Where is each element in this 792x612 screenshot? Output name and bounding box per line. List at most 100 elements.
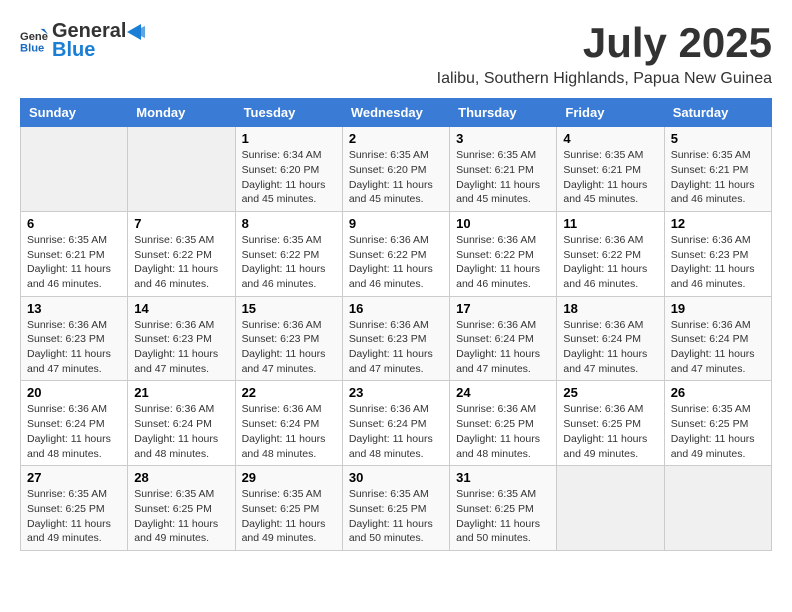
day-info: Sunrise: 6:36 AM Sunset: 6:24 PM Dayligh… <box>242 402 336 461</box>
day-number: 1 <box>242 131 336 146</box>
calendar-cell: 25Sunrise: 6:36 AM Sunset: 6:25 PM Dayli… <box>557 381 664 466</box>
day-number: 13 <box>27 301 121 316</box>
page-header: General Blue General Blue July 2025 Iali… <box>20 20 772 88</box>
day-number: 6 <box>27 216 121 231</box>
day-number: 30 <box>349 470 443 485</box>
day-number: 26 <box>671 385 765 400</box>
calendar-cell: 3 Sunrise: 6:35 AM Sunset: 6:21 PM Daylig… <box>450 127 557 212</box>
day-number: 25 <box>563 385 657 400</box>
day-number: 28 <box>134 470 228 485</box>
day-info: Sunrise: 6:35 AM Sunset: 6:22 PM Dayligh… <box>242 233 336 292</box>
calendar-cell: 23 Sunrise: 6:36 AM Sunset: 6:24 PM Dayli… <box>342 381 449 466</box>
day-info: Sunrise: 6:35 AM Sunset: 6:21 PM Dayligh… <box>27 233 121 292</box>
day-info: Sunrise: 6:35 AM Sunset: 6:21 PM Dayligh… <box>456 148 550 207</box>
calendar-cell: 9 Sunrise: 6:36 AM Sunset: 6:22 PM Daylig… <box>342 211 449 296</box>
day-info: Sunrise: 6:36 AM Sunset: 6:23 PM Dayligh… <box>671 233 765 292</box>
logo: General Blue General Blue <box>20 20 146 62</box>
calendar-week-row: 6 Sunrise: 6:35 AM Sunset: 6:21 PM Daylig… <box>21 211 772 296</box>
day-number: 17 <box>456 301 550 316</box>
day-number: 20 <box>27 385 121 400</box>
day-number: 18 <box>563 301 657 316</box>
calendar-cell: 7 Sunrise: 6:35 AM Sunset: 6:22 PM Daylig… <box>128 211 235 296</box>
calendar-cell: 10 Sunrise: 6:36 AM Sunset: 6:22 PM Dayli… <box>450 211 557 296</box>
day-number: 27 <box>27 470 121 485</box>
calendar-cell: 8 Sunrise: 6:35 AM Sunset: 6:22 PM Daylig… <box>235 211 342 296</box>
weekday-header-friday: Friday <box>557 99 664 127</box>
day-info: Sunrise: 6:36 AM Sunset: 6:24 PM Dayligh… <box>134 402 228 461</box>
weekday-header-row: SundayMondayTuesdayWednesdayThursdayFrid… <box>21 99 772 127</box>
weekday-header-tuesday: Tuesday <box>235 99 342 127</box>
weekday-header-sunday: Sunday <box>21 99 128 127</box>
day-number: 11 <box>563 216 657 231</box>
day-info: Sunrise: 6:36 AM Sunset: 6:23 PM Dayligh… <box>134 318 228 377</box>
day-info: Sunrise: 6:35 AM Sunset: 6:25 PM Dayligh… <box>242 487 336 546</box>
day-number: 9 <box>349 216 443 231</box>
weekday-header-saturday: Saturday <box>664 99 771 127</box>
day-number: 21 <box>134 385 228 400</box>
calendar-cell: 1 Sunrise: 6:34 AM Sunset: 6:20 PM Daylig… <box>235 127 342 212</box>
calendar-cell <box>128 127 235 212</box>
day-info: Sunrise: 6:35 AM Sunset: 6:21 PM Dayligh… <box>671 148 765 207</box>
day-number: 22 <box>242 385 336 400</box>
day-info: Sunrise: 6:35 AM Sunset: 6:25 PM Dayligh… <box>671 402 765 461</box>
calendar-week-row: 27 Sunrise: 6:35 AM Sunset: 6:25 PM Dayli… <box>21 466 772 551</box>
day-info: Sunrise: 6:36 AM Sunset: 6:23 PM Dayligh… <box>242 318 336 377</box>
day-number: 7 <box>134 216 228 231</box>
calendar-cell <box>557 466 664 551</box>
calendar-cell: 28 Sunrise: 6:35 AM Sunset: 6:25 PM Dayli… <box>128 466 235 551</box>
calendar-cell: 18Sunrise: 6:36 AM Sunset: 6:24 PM Dayli… <box>557 296 664 381</box>
day-info: Sunrise: 6:35 AM Sunset: 6:20 PM Dayligh… <box>349 148 443 207</box>
calendar-cell: 27 Sunrise: 6:35 AM Sunset: 6:25 PM Dayli… <box>21 466 128 551</box>
calendar-cell: 4 Sunrise: 6:35 AM Sunset: 6:21 PM Daylig… <box>557 127 664 212</box>
weekday-header-thursday: Thursday <box>450 99 557 127</box>
day-info: Sunrise: 6:35 AM Sunset: 6:21 PM Dayligh… <box>563 148 657 207</box>
weekday-header-wednesday: Wednesday <box>342 99 449 127</box>
day-info: Sunrise: 6:36 AM Sunset: 6:23 PM Dayligh… <box>349 318 443 377</box>
day-info: Sunrise: 6:36 AM Sunset: 6:23 PM Dayligh… <box>27 318 121 377</box>
calendar-cell: 15Sunrise: 6:36 AM Sunset: 6:23 PM Dayli… <box>235 296 342 381</box>
calendar-week-row: 20 Sunrise: 6:36 AM Sunset: 6:24 PM Dayli… <box>21 381 772 466</box>
calendar-header: SundayMondayTuesdayWednesdayThursdayFrid… <box>21 99 772 127</box>
calendar-cell: 17Sunrise: 6:36 AM Sunset: 6:24 PM Dayli… <box>450 296 557 381</box>
day-number: 3 <box>456 131 550 146</box>
main-title: July 2025 <box>437 20 772 66</box>
svg-text:Blue: Blue <box>20 42 44 54</box>
logo-arrow-icon <box>127 24 145 40</box>
calendar-cell <box>664 466 771 551</box>
day-info: Sunrise: 6:35 AM Sunset: 6:25 PM Dayligh… <box>134 487 228 546</box>
weekday-header-monday: Monday <box>128 99 235 127</box>
day-info: Sunrise: 6:35 AM Sunset: 6:25 PM Dayligh… <box>27 487 121 546</box>
calendar-cell: 13 Sunrise: 6:36 AM Sunset: 6:23 PM Dayli… <box>21 296 128 381</box>
calendar-cell: 11 Sunrise: 6:36 AM Sunset: 6:22 PM Dayli… <box>557 211 664 296</box>
day-number: 14 <box>134 301 228 316</box>
day-info: Sunrise: 6:35 AM Sunset: 6:25 PM Dayligh… <box>456 487 550 546</box>
calendar-cell: 19Sunrise: 6:36 AM Sunset: 6:24 PM Dayli… <box>664 296 771 381</box>
day-info: Sunrise: 6:36 AM Sunset: 6:22 PM Dayligh… <box>349 233 443 292</box>
day-number: 4 <box>563 131 657 146</box>
logo-icon: General Blue <box>20 27 48 55</box>
day-info: Sunrise: 6:34 AM Sunset: 6:20 PM Dayligh… <box>242 148 336 207</box>
calendar-table: SundayMondayTuesdayWednesdayThursdayFrid… <box>20 98 772 551</box>
day-info: Sunrise: 6:35 AM Sunset: 6:22 PM Dayligh… <box>134 233 228 292</box>
calendar-cell: 16 Sunrise: 6:36 AM Sunset: 6:23 PM Dayli… <box>342 296 449 381</box>
calendar-cell: 5 Sunrise: 6:35 AM Sunset: 6:21 PM Daylig… <box>664 127 771 212</box>
calendar-cell: 12Sunrise: 6:36 AM Sunset: 6:23 PM Dayli… <box>664 211 771 296</box>
subtitle: Ialibu, Southern Highlands, Papua New Gu… <box>437 70 772 88</box>
calendar-body: 1 Sunrise: 6:34 AM Sunset: 6:20 PM Daylig… <box>21 127 772 551</box>
day-number: 8 <box>242 216 336 231</box>
day-info: Sunrise: 6:36 AM Sunset: 6:24 PM Dayligh… <box>349 402 443 461</box>
day-info: Sunrise: 6:36 AM Sunset: 6:24 PM Dayligh… <box>671 318 765 377</box>
calendar-cell: 30Sunrise: 6:35 AM Sunset: 6:25 PM Dayli… <box>342 466 449 551</box>
day-number: 23 <box>349 385 443 400</box>
day-number: 5 <box>671 131 765 146</box>
day-info: Sunrise: 6:36 AM Sunset: 6:25 PM Dayligh… <box>456 402 550 461</box>
day-number: 16 <box>349 301 443 316</box>
calendar-cell: 6 Sunrise: 6:35 AM Sunset: 6:21 PM Daylig… <box>21 211 128 296</box>
calendar-cell: 2Sunrise: 6:35 AM Sunset: 6:20 PM Daylig… <box>342 127 449 212</box>
calendar-cell: 22 Sunrise: 6:36 AM Sunset: 6:24 PM Dayli… <box>235 381 342 466</box>
calendar-cell: 20Sunrise: 6:36 AM Sunset: 6:24 PM Dayli… <box>21 381 128 466</box>
day-number: 10 <box>456 216 550 231</box>
day-info: Sunrise: 6:36 AM Sunset: 6:22 PM Dayligh… <box>563 233 657 292</box>
calendar-week-row: 1 Sunrise: 6:34 AM Sunset: 6:20 PM Daylig… <box>21 127 772 212</box>
day-info: Sunrise: 6:36 AM Sunset: 6:22 PM Dayligh… <box>456 233 550 292</box>
